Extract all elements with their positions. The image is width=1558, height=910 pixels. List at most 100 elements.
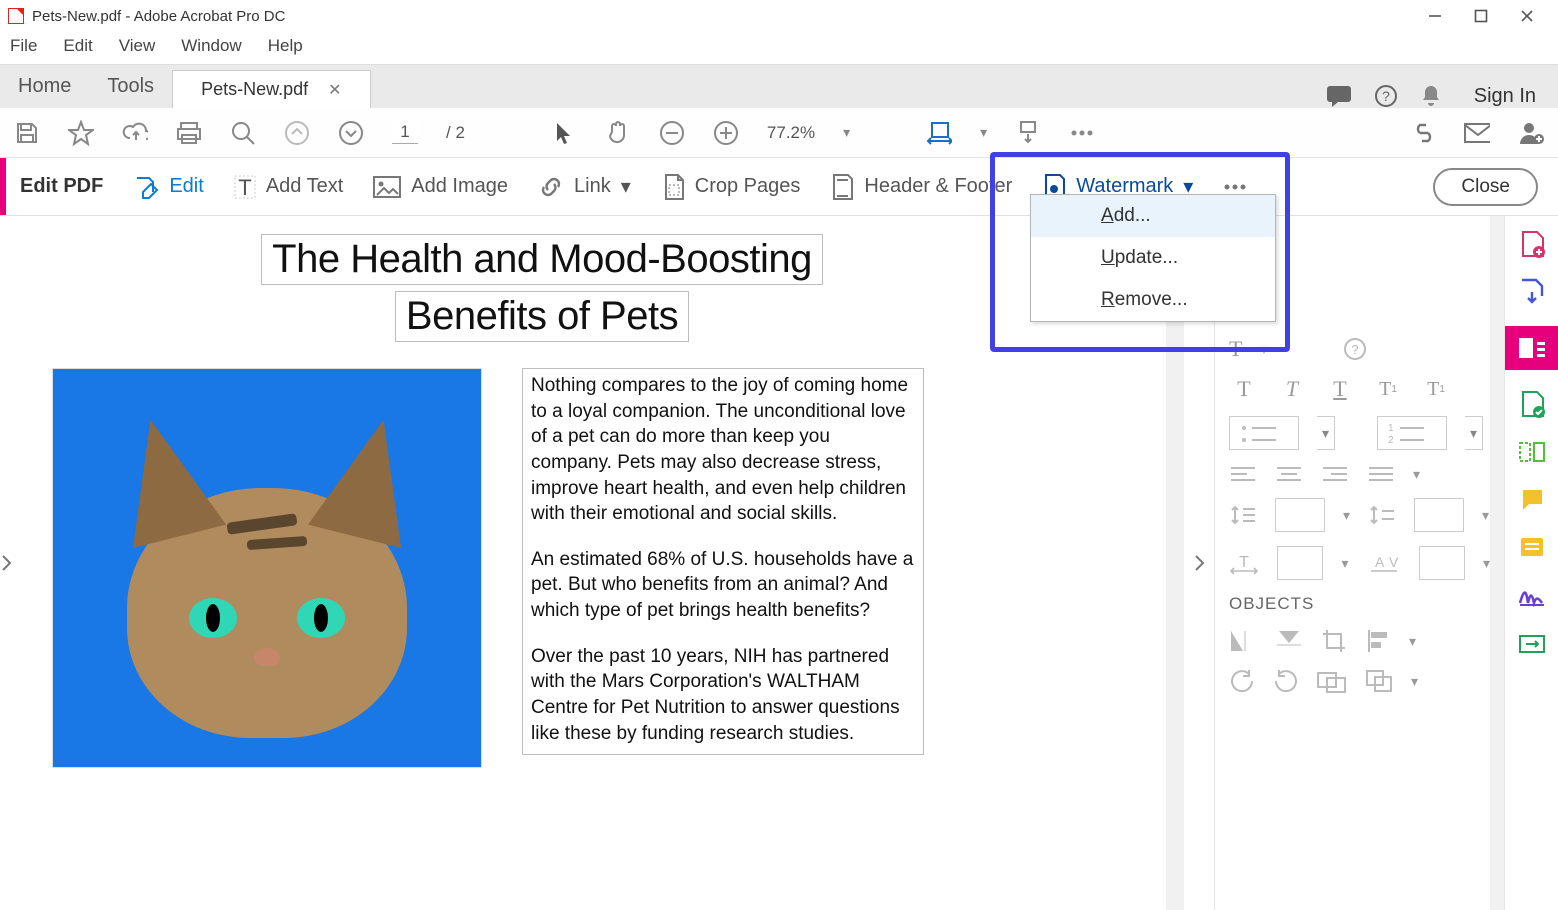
paragraph-1[interactable]: Nothing compares to the joy of coming ho… xyxy=(531,373,915,527)
fit-dropdown-icon[interactable]: ▾ xyxy=(980,124,987,141)
char-spacing-value[interactable] xyxy=(1419,546,1465,580)
print-icon[interactable] xyxy=(176,120,202,146)
align-objects-dropdown-icon[interactable]: ▾ xyxy=(1409,633,1416,650)
menu-edit[interactable]: Edit xyxy=(63,36,92,56)
bullet-list-icon[interactable] xyxy=(1229,416,1299,450)
share-person-icon[interactable] xyxy=(1518,120,1544,146)
link-tool[interactable]: Link ▾ xyxy=(538,174,631,200)
hand-tool-icon[interactable] xyxy=(605,120,631,146)
subscript-icon[interactable]: T1 xyxy=(1421,376,1451,402)
left-nav-expander[interactable] xyxy=(0,216,22,910)
minimize-button[interactable] xyxy=(1412,0,1458,32)
page-number-input[interactable] xyxy=(392,121,418,144)
circle-help-icon[interactable]: ? xyxy=(1343,337,1367,361)
crop-pages-tool[interactable]: Crop Pages xyxy=(661,173,801,201)
email-icon[interactable] xyxy=(1464,120,1490,146)
prev-page-icon[interactable] xyxy=(284,120,310,146)
rail-compress-pdf-icon[interactable] xyxy=(1516,390,1548,418)
tab-tools[interactable]: Tools xyxy=(89,65,172,108)
flip-vertical-icon[interactable] xyxy=(1275,629,1303,653)
rail-organize-pdf-icon[interactable] xyxy=(1516,438,1548,466)
line-spacing-dropdown-icon[interactable]: ▾ xyxy=(1343,507,1350,524)
tab-document[interactable]: Pets-New.pdf ✕ xyxy=(172,70,370,108)
arrange-dropdown-icon[interactable]: ▾ xyxy=(1411,673,1418,690)
edit-tool[interactable]: Edit xyxy=(133,174,203,200)
horizontal-scale-icon[interactable]: T xyxy=(1229,551,1259,575)
format-panel-scrollbar[interactable] xyxy=(1490,216,1504,910)
bold-icon[interactable]: T xyxy=(1229,376,1259,402)
star-icon[interactable] xyxy=(68,120,94,146)
replace-image-icon[interactable] xyxy=(1317,669,1347,693)
watermark-menu-update[interactable]: Update...Update... xyxy=(1031,237,1275,279)
selection-tool-icon[interactable] xyxy=(551,120,577,146)
flip-horizontal-icon[interactable] xyxy=(1229,629,1257,653)
hscale-dropdown-icon[interactable]: ▾ xyxy=(1341,555,1348,572)
doc-title-line2[interactable]: Benefits of Pets xyxy=(406,294,678,338)
save-icon[interactable] xyxy=(14,120,40,146)
superscript-icon[interactable]: T1 xyxy=(1373,376,1403,402)
number-list-dropdown-icon[interactable]: ▾ xyxy=(1465,416,1483,450)
tab-close-icon[interactable]: ✕ xyxy=(328,80,341,100)
watermark-menu-remove[interactable]: Remove...Remove... xyxy=(1031,279,1275,321)
rail-create-pdf-icon[interactable] xyxy=(1516,230,1548,258)
sign-in-link[interactable]: Sign In xyxy=(1474,85,1536,108)
rail-export-pdf-icon[interactable] xyxy=(1516,278,1548,306)
char-spacing-icon[interactable]: AV xyxy=(1367,551,1401,575)
para-spacing-value[interactable] xyxy=(1414,498,1464,532)
bullet-list-dropdown-icon[interactable]: ▾ xyxy=(1317,416,1335,450)
menu-window[interactable]: Window xyxy=(181,36,241,56)
line-spacing-value[interactable] xyxy=(1275,498,1325,532)
document-viewer[interactable]: The Health and Mood-Boosting Benefits of… xyxy=(22,216,1166,910)
scroll-mode-icon[interactable] xyxy=(1015,120,1041,146)
header-footer-tool[interactable]: Header & Footer xyxy=(830,173,1012,201)
align-center-icon[interactable] xyxy=(1275,464,1303,484)
align-more-dropdown-icon[interactable]: ▾ xyxy=(1413,466,1420,483)
align-justify-icon[interactable] xyxy=(1367,464,1395,484)
share-link-icon[interactable] xyxy=(1410,120,1436,146)
paragraph-spacing-icon[interactable] xyxy=(1368,503,1396,527)
align-objects-icon[interactable] xyxy=(1365,628,1391,654)
menu-file[interactable]: File xyxy=(10,36,37,56)
maximize-button[interactable] xyxy=(1458,0,1504,32)
rail-sticky-note-icon[interactable] xyxy=(1516,534,1548,562)
notifications-icon[interactable] xyxy=(1420,84,1442,108)
close-edit-button[interactable]: Close xyxy=(1433,168,1538,206)
para-spacing-dropdown-icon[interactable]: ▾ xyxy=(1482,507,1489,524)
line-spacing-icon[interactable] xyxy=(1229,503,1257,527)
help-icon[interactable]: ? xyxy=(1374,84,1398,108)
fit-width-icon[interactable] xyxy=(926,120,952,146)
zoom-dropdown-icon[interactable]: ▾ xyxy=(843,124,850,141)
rail-more-tools-icon[interactable] xyxy=(1516,630,1548,658)
menu-view[interactable]: View xyxy=(119,36,156,56)
align-left-icon[interactable] xyxy=(1229,464,1257,484)
text-frame[interactable]: Nothing compares to the joy of coming ho… xyxy=(522,368,924,755)
text-color-dropdown-icon[interactable]: ▾ xyxy=(1260,341,1267,358)
char-spacing-dropdown-icon[interactable]: ▾ xyxy=(1483,555,1490,572)
arrange-icon[interactable] xyxy=(1365,669,1393,693)
tab-home[interactable]: Home xyxy=(0,65,89,108)
add-image-tool[interactable]: Add Image xyxy=(373,175,508,198)
more-edit-tools-icon[interactable] xyxy=(1223,183,1247,191)
rotate-ccw-icon[interactable] xyxy=(1229,668,1255,694)
watermark-menu-add[interactable]: AAdd...dd... xyxy=(1031,195,1275,237)
add-text-tool[interactable]: T Add Text xyxy=(234,175,343,199)
rail-sign-icon[interactable] xyxy=(1516,582,1548,610)
italic-icon[interactable]: T xyxy=(1277,376,1307,402)
cloud-upload-icon[interactable] xyxy=(122,120,148,146)
paragraph-3[interactable]: Over the past 10 years, NIH has partnere… xyxy=(531,644,915,747)
link-dropdown-icon[interactable]: ▾ xyxy=(621,174,631,199)
more-toolbar-icon[interactable] xyxy=(1069,120,1095,146)
text-color-icon[interactable]: T xyxy=(1229,336,1242,362)
rotate-cw-icon[interactable] xyxy=(1273,668,1299,694)
comments-icon[interactable] xyxy=(1326,85,1352,107)
next-page-icon[interactable] xyxy=(338,120,364,146)
menu-help[interactable]: Help xyxy=(268,36,303,56)
align-right-icon[interactable] xyxy=(1321,464,1349,484)
rail-comment-icon[interactable] xyxy=(1516,486,1548,514)
rail-edit-pdf-icon[interactable] xyxy=(1505,326,1558,370)
zoom-in-icon[interactable] xyxy=(713,120,739,146)
crop-object-icon[interactable] xyxy=(1321,628,1347,654)
number-list-icon[interactable]: 12 xyxy=(1377,416,1447,450)
paragraph-2[interactable]: An estimated 68% of U.S. households have… xyxy=(531,547,915,624)
zoom-out-icon[interactable] xyxy=(659,120,685,146)
